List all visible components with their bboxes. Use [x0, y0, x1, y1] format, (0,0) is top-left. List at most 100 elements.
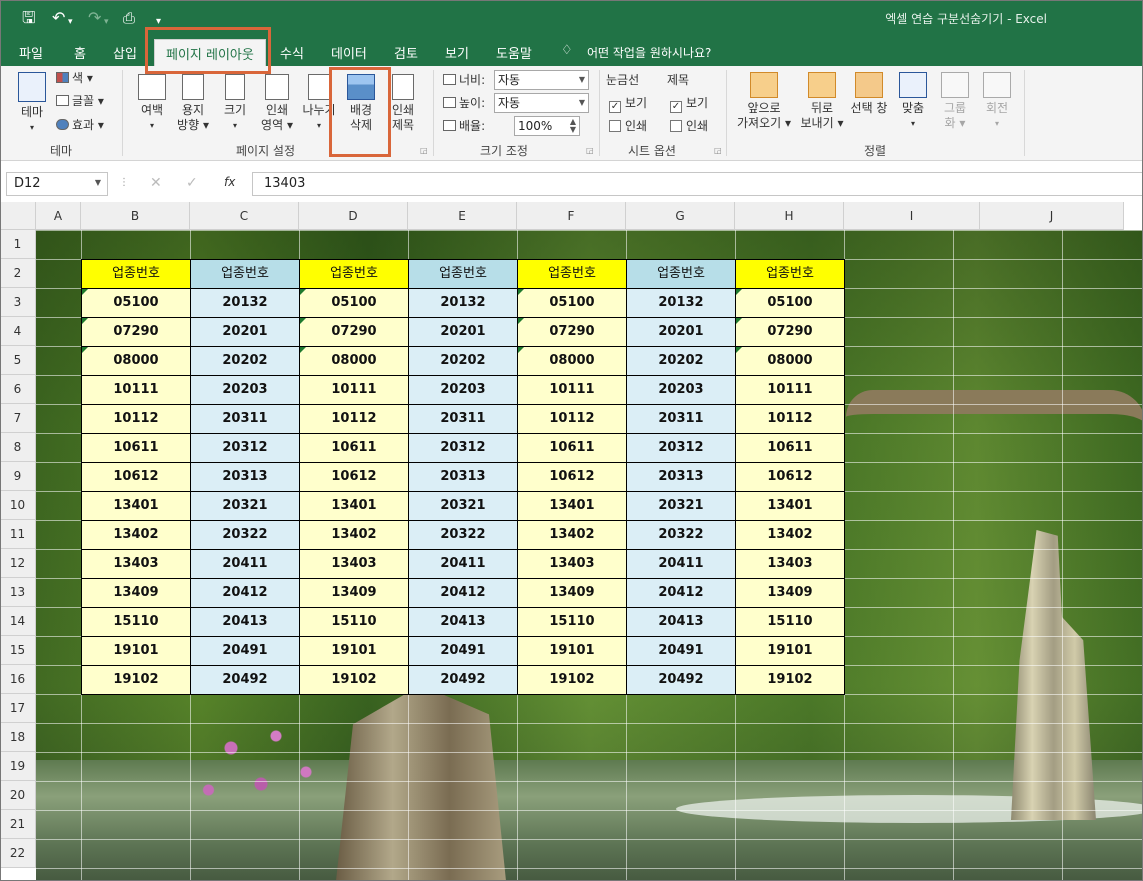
column-header-a[interactable]: A — [36, 202, 81, 230]
table-cell[interactable]: 10612 — [81, 462, 191, 492]
table-cell[interactable]: 05100 — [299, 288, 409, 318]
column-header-e[interactable]: E — [408, 202, 517, 230]
table-cell[interactable]: 13409 — [517, 578, 627, 608]
table-cell[interactable]: 20492 — [190, 665, 300, 695]
row-header-11[interactable]: 11 — [0, 520, 36, 549]
scale-launcher-icon[interactable]: ◲ — [586, 146, 594, 155]
theme-colors-button[interactable]: 색 ▾ — [56, 70, 93, 86]
table-cell[interactable]: 07290 — [299, 317, 409, 347]
table-cell[interactable]: 20411 — [190, 549, 300, 579]
table-cell[interactable]: 13403 — [735, 549, 845, 579]
row-header-1[interactable]: 1 — [0, 230, 36, 259]
row-header-14[interactable]: 14 — [0, 607, 36, 636]
table-cell[interactable]: 05100 — [81, 288, 191, 318]
table-cell[interactable]: 19101 — [517, 636, 627, 666]
gridlines-view-checkbox[interactable]: ✓ 보기 — [609, 95, 647, 113]
table-cell[interactable]: 08000 — [517, 346, 627, 376]
table-cell[interactable]: 20202 — [190, 346, 300, 376]
table-cell[interactable]: 20203 — [626, 375, 736, 405]
headings-view-checkbox[interactable]: ✓ 보기 — [670, 95, 708, 113]
table-cell[interactable]: 13401 — [81, 491, 191, 521]
undo-dropdown-icon[interactable]: ▾ — [68, 12, 73, 32]
table-cell[interactable]: 10611 — [299, 433, 409, 463]
table-cell[interactable]: 20491 — [626, 636, 736, 666]
table-cell[interactable]: 20132 — [408, 288, 518, 318]
tab-insert[interactable]: 삽입 — [113, 43, 137, 62]
tab-help[interactable]: 도움말 — [496, 43, 532, 62]
table-cell[interactable]: 07290 — [735, 317, 845, 347]
table-cell[interactable]: 20311 — [626, 404, 736, 434]
table-cell[interactable]: 20202 — [408, 346, 518, 376]
table-cell[interactable]: 15110 — [299, 607, 409, 637]
send-backward-button[interactable]: 뒤로 보내기 ▾ — [798, 72, 846, 131]
table-cell[interactable]: 20201 — [408, 317, 518, 347]
insert-function-button[interactable]: fx — [224, 175, 235, 189]
table-cell[interactable]: 20203 — [190, 375, 300, 405]
column-header-i[interactable]: I — [844, 202, 980, 230]
name-box[interactable]: D12 ▼ — [6, 172, 108, 196]
table-cell[interactable]: 13403 — [517, 549, 627, 579]
table-cell[interactable]: 10111 — [517, 375, 627, 405]
table-cell[interactable]: 20412 — [626, 578, 736, 608]
table-cell[interactable]: 20412 — [190, 578, 300, 608]
width-select[interactable]: 자동 ▼ — [494, 70, 589, 90]
table-cell[interactable]: 13401 — [517, 491, 627, 521]
select-all-button[interactable] — [0, 202, 36, 230]
table-cell[interactable]: 20491 — [190, 636, 300, 666]
table-cell[interactable]: 20313 — [408, 462, 518, 492]
size-button[interactable]: 크기 ▾ — [218, 74, 252, 133]
table-cell[interactable]: 10611 — [517, 433, 627, 463]
table-cell[interactable]: 08000 — [735, 346, 845, 376]
table-cell[interactable]: 08000 — [81, 346, 191, 376]
table-cell[interactable]: 07290 — [517, 317, 627, 347]
cancel-button[interactable]: ✕ — [150, 175, 162, 191]
table-cell[interactable]: 20412 — [408, 578, 518, 608]
table-cell[interactable]: 13402 — [735, 520, 845, 550]
table-cell[interactable]: 19101 — [299, 636, 409, 666]
margins-button[interactable]: 여백 ▾ — [134, 74, 170, 133]
table-cell[interactable]: 20201 — [190, 317, 300, 347]
row-header-10[interactable]: 10 — [0, 491, 36, 520]
table-cell[interactable]: 20322 — [408, 520, 518, 550]
table-cell[interactable]: 20321 — [408, 491, 518, 521]
table-cell[interactable]: 15110 — [517, 607, 627, 637]
table-header-cell[interactable]: 업종번호 — [735, 259, 845, 289]
align-button[interactable]: 맞춤 ▾ — [896, 72, 930, 131]
table-cell[interactable]: 10612 — [735, 462, 845, 492]
table-cell[interactable]: 20202 — [626, 346, 736, 376]
table-cell[interactable]: 10111 — [299, 375, 409, 405]
tell-me-box[interactable]: 어떤 작업을 원하시나요? — [587, 44, 711, 61]
table-cell[interactable]: 13402 — [517, 520, 627, 550]
column-header-c[interactable]: C — [190, 202, 299, 230]
table-cell[interactable]: 10112 — [735, 404, 845, 434]
table-cell[interactable]: 13409 — [735, 578, 845, 608]
row-header-5[interactable]: 5 — [0, 346, 36, 375]
table-cell[interactable]: 20411 — [408, 549, 518, 579]
row-header-17[interactable]: 17 — [0, 694, 36, 723]
table-cell[interactable]: 20321 — [190, 491, 300, 521]
table-cell[interactable]: 13402 — [81, 520, 191, 550]
table-cell[interactable]: 20311 — [408, 404, 518, 434]
table-cell[interactable]: 10111 — [735, 375, 845, 405]
table-cell[interactable]: 20311 — [190, 404, 300, 434]
row-header-21[interactable]: 21 — [0, 810, 36, 839]
table-cell[interactable]: 20132 — [626, 288, 736, 318]
table-cell[interactable]: 07290 — [81, 317, 191, 347]
table-cell[interactable]: 20322 — [190, 520, 300, 550]
tab-view[interactable]: 보기 — [445, 43, 469, 62]
table-cell[interactable]: 19102 — [517, 665, 627, 695]
undo-icon[interactable]: ↶ — [52, 8, 65, 28]
themes-button[interactable]: 테마 ▾ — [14, 72, 50, 135]
table-cell[interactable]: 20492 — [626, 665, 736, 695]
table-cell[interactable]: 15110 — [81, 607, 191, 637]
row-header-13[interactable]: 13 — [0, 578, 36, 607]
print-titles-button[interactable]: 인쇄 제목 — [386, 74, 420, 133]
row-header-16[interactable]: 16 — [0, 665, 36, 694]
table-cell[interactable]: 20313 — [626, 462, 736, 492]
column-header-d[interactable]: D — [299, 202, 408, 230]
table-header-cell[interactable]: 업종번호 — [81, 259, 191, 289]
table-cell[interactable]: 20203 — [408, 375, 518, 405]
table-cell[interactable]: 20413 — [190, 607, 300, 637]
height-select[interactable]: 자동 ▼ — [494, 93, 589, 113]
row-header-6[interactable]: 6 — [0, 375, 36, 404]
